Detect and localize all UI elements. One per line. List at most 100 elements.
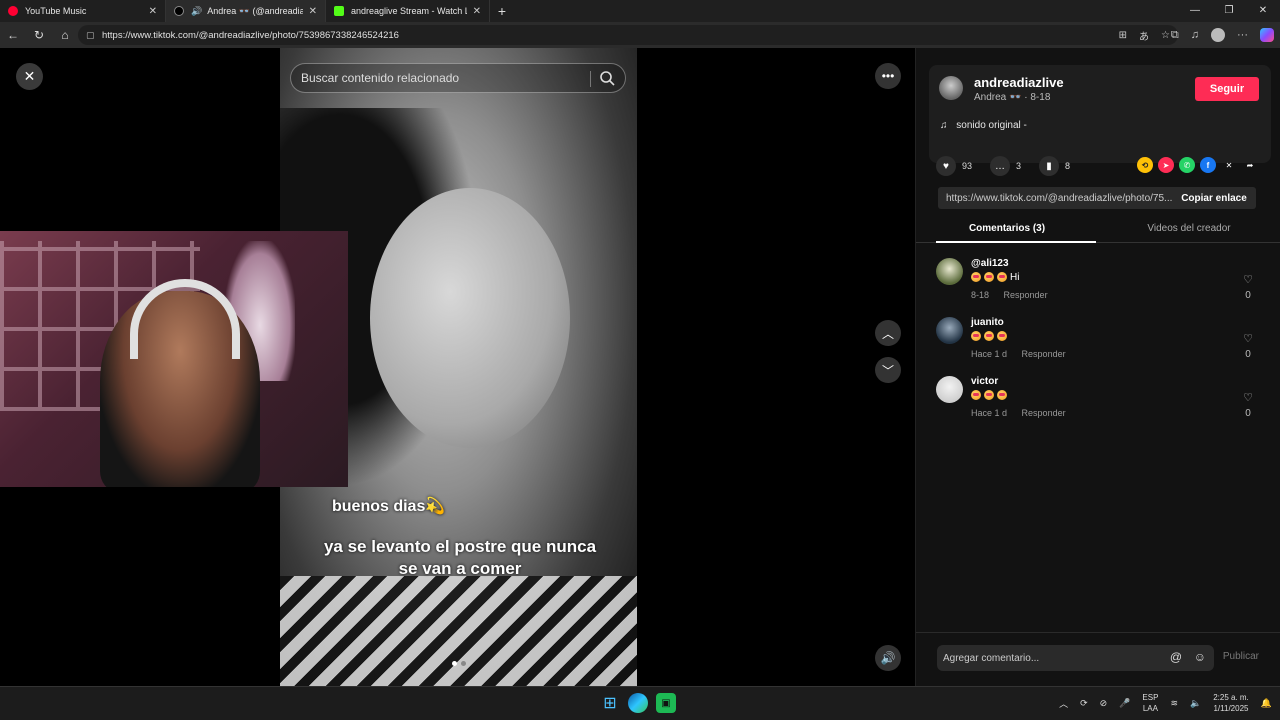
share-icon[interactable]: ➦ [1242,157,1258,173]
comment-like-icon[interactable]: ♡ [1240,332,1256,345]
x-icon[interactable]: ✕ [1221,157,1237,173]
next-post-button[interactable]: ﹀ [875,357,901,383]
comment-icon: … [990,156,1011,176]
emoji-icon [997,272,1007,283]
minimize-icon[interactable]: — [1178,0,1212,22]
microphone-icon[interactable]: 🎤 [1119,698,1130,709]
commenter-avatar[interactable] [936,258,963,285]
favorite-star-icon[interactable]: ☆ [1161,30,1170,41]
commenter-name[interactable]: @ali123 [971,258,1009,269]
copilot-icon[interactable] [1260,28,1274,42]
pagination-dot[interactable] [452,661,457,666]
save-button[interactable]: ▮ 8 [1039,156,1070,176]
sound-label: sonido original - [956,120,1027,131]
close-tab-icon[interactable]: ✕ [473,6,481,17]
emoji-picker-icon[interactable]: ☺ [1194,650,1206,664]
photo-pagination [452,661,466,666]
whatsapp-icon[interactable]: ✆ [1179,157,1195,173]
browser-toolbar-right: ⧉ ♫ ··· [1171,25,1274,45]
bookmark-icon: ▮ [1039,156,1060,176]
tab-tiktok[interactable]: 🔊 Andrea 👓 (@andreadiazlive ✕ [166,0,326,22]
network-off-icon[interactable]: ⊘ [1100,698,1108,709]
sound-link[interactable]: ♫ sonido original - [940,120,1027,131]
favorites-icon[interactable]: ♫ [1191,29,1199,41]
windows-start-icon[interactable]: ⊞ [600,693,620,713]
comment-body: Hi [1010,272,1020,283]
more-options-icon[interactable]: ··· [1237,29,1248,41]
previous-post-button[interactable]: ︿ [875,320,901,346]
comment-input[interactable]: Agregar comentario... @ ☺ [937,645,1214,671]
new-tab-button[interactable]: + [490,3,514,19]
browser-tab-strip: YouTube Music ✕ 🔊 Andrea 👓 (@andreadiazl… [0,0,1280,22]
follow-button[interactable]: Seguir [1195,77,1259,101]
close-window-icon[interactable]: ✕ [1246,0,1280,22]
pagination-dot[interactable] [461,661,466,666]
link-url[interactable]: https://www.tiktok.com/@andreadiazlive/p… [938,193,1173,204]
wifi-icon[interactable]: ≋ [1170,698,1178,709]
home-icon[interactable]: ⌂ [52,28,78,42]
extensions-icon[interactable]: ⧉ [1171,29,1179,42]
comment-button[interactable]: … 3 [990,156,1021,176]
app-icon[interactable]: ▣ [656,693,676,713]
photo-face [370,188,570,448]
comment-item: victor Hace 1 d Responder ♡ 0 [936,376,1256,426]
publish-button[interactable]: Publicar [1223,651,1259,662]
back-icon[interactable]: ← [0,28,26,42]
reload-icon[interactable]: ↻ [26,28,52,42]
comment-item: @ali123 Hi 8-18 Responder ♡ 0 [936,258,1256,308]
engagement-stats: ♥ 93 … 3 ▮ 8 [936,156,1070,176]
tab-comments[interactable]: Comentarios (3) [916,220,1098,243]
webcam-overlay [0,231,348,487]
speaker-icon[interactable]: 🔊 [191,6,202,17]
reply-button[interactable]: Responder [1022,349,1066,359]
creator-subtitle: Andrea 👓 · 8-18 [974,92,1051,103]
repost-icon[interactable]: ⟲ [1137,157,1153,173]
related-search-input[interactable]: Buscar contenido relacionado [290,63,626,93]
site-info-icon[interactable]: ▢ [86,30,96,41]
notifications-icon[interactable]: 🔔 [1261,698,1272,709]
mention-icon[interactable]: @ [1170,650,1182,664]
commenter-avatar[interactable] [936,376,963,403]
clock[interactable]: 2:25 a. m. 1/11/2025 [1213,692,1249,714]
clock-time: 2:25 a. m. [1213,693,1249,702]
close-viewer-button[interactable]: ✕ [16,63,43,90]
comment-text [971,390,1010,401]
tab-kick-stream[interactable]: andreaglive Stream - Watch Live ✕ [326,0,490,22]
search-divider [590,71,591,87]
emoji-icon [984,331,994,342]
translate-icon[interactable]: あ [1139,28,1149,43]
creator-avatar[interactable] [939,76,963,100]
emoji-icon [984,272,994,283]
comment-like-icon[interactable]: ♡ [1240,391,1256,404]
close-tab-icon[interactable]: ✕ [309,6,317,17]
comment-meta: Hace 1 d Responder [971,408,1066,418]
tab-creator-videos[interactable]: Videos del creador [1098,220,1280,242]
reply-button[interactable]: Responder [1004,290,1048,300]
close-tab-icon[interactable]: ✕ [149,6,157,17]
language-indicator[interactable]: ESP LAA [1142,692,1158,714]
clock-date: 1/11/2025 [1213,704,1249,713]
commenter-avatar[interactable] [936,317,963,344]
profile-avatar[interactable] [1211,28,1225,42]
commenter-name[interactable]: victor [971,376,998,387]
reply-button[interactable]: Responder [1022,408,1066,418]
search-icon[interactable] [599,70,615,86]
sync-icon[interactable]: ⟳ [1080,698,1088,709]
creator-username[interactable]: andreadiazlive [974,75,1064,90]
facebook-icon[interactable]: f [1200,157,1216,173]
tab-youtube-music[interactable]: YouTube Music ✕ [0,0,166,22]
chevron-up-icon[interactable]: ︿ [1059,697,1068,710]
send-icon[interactable]: ➤ [1158,157,1174,173]
comment-like-icon[interactable]: ♡ [1240,273,1256,286]
more-options-button[interactable]: ••• [875,63,901,89]
commenter-name[interactable]: juanito [971,317,1004,328]
like-button[interactable]: ♥ 93 [936,156,972,176]
photo-caption-1: buenos dias💫 [332,498,446,515]
copy-link-button[interactable]: Copiar enlace [1172,187,1256,209]
url-field[interactable]: ▢ https://www.tiktok.com/@andreadiazlive… [78,25,1178,45]
edge-icon[interactable] [628,693,648,713]
volume-icon[interactable]: 🔈 [1190,698,1201,709]
app-available-icon[interactable]: ⊞ [1119,30,1127,41]
volume-button[interactable]: 🔊 [875,645,901,671]
restore-icon[interactable]: ❐ [1212,0,1246,22]
